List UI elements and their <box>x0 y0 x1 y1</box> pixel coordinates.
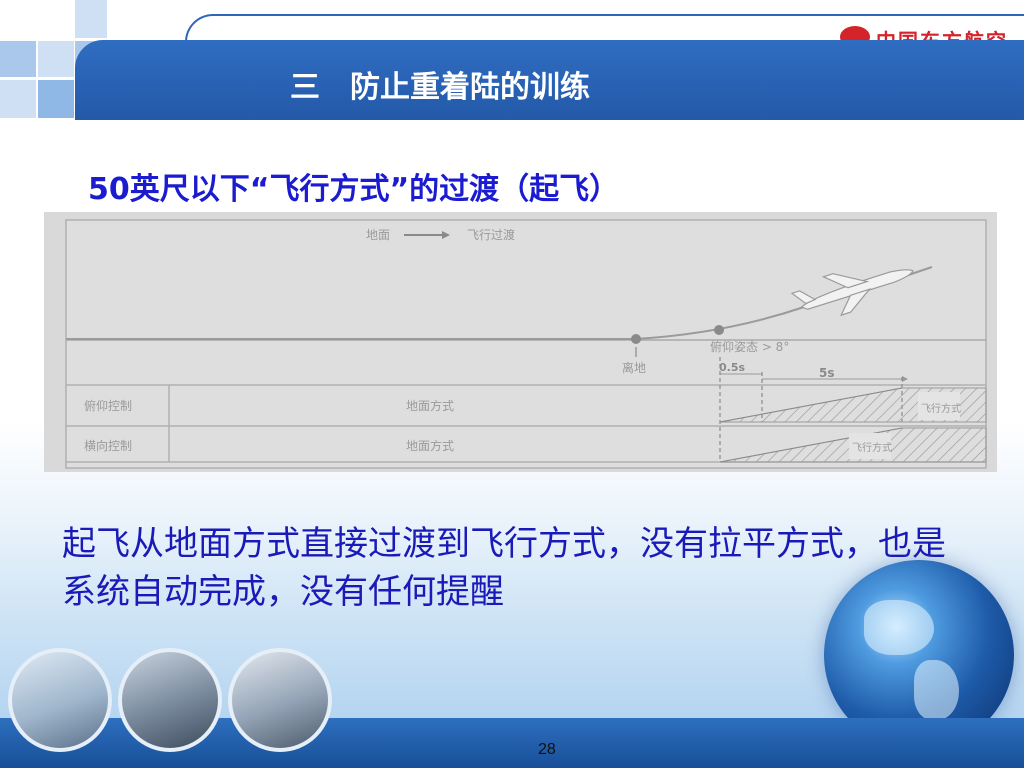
top-label-left: 地面 <box>366 228 390 242</box>
row-mode-pitch: 地面方式 <box>406 398 454 413</box>
globe-land-shape <box>864 600 934 655</box>
row-mode-lateral: 地面方式 <box>406 438 454 453</box>
airplane-photo <box>8 648 112 752</box>
flight-mode-label-lateral: 飞行方式 <box>852 441 892 454</box>
decor-square <box>0 80 36 118</box>
boarding-photo <box>228 648 332 752</box>
top-label-right: 飞行过渡 <box>467 227 515 242</box>
globe-land-shape <box>914 660 959 720</box>
decor-square <box>75 0 107 38</box>
diagram-frame <box>65 219 987 469</box>
flight-mode-label-pitch: 飞行方式 <box>921 402 961 415</box>
page-number: 28 <box>538 741 556 758</box>
pitch-point <box>714 325 724 335</box>
row-label-lateral: 横向控制 <box>84 438 132 453</box>
decor-square <box>38 80 74 118</box>
decor-square <box>0 41 36 77</box>
pitch-label: 俯仰姿态 > 8° <box>710 339 789 354</box>
liftoff-point <box>631 334 641 344</box>
takeoff-mode-diagram: 地面 飞行过渡 离地 俯仰姿态 > 8° 0.5s 5s 俯仰控制 横向控制 地 <box>44 212 997 472</box>
time-long-label: 5s <box>819 366 835 380</box>
row-label-pitch: 俯仰控制 <box>84 398 132 413</box>
decor-square <box>38 41 74 77</box>
body-paragraph: 起飞从地面方式直接过渡到飞行方式，没有拉平方式，也是系统自动完成，没有任何提醒 <box>62 524 946 612</box>
diagram-svg: 地面 飞行过渡 离地 俯仰姿态 > 8° 0.5s 5s 俯仰控制 横向控制 地 <box>65 219 987 469</box>
liftoff-label: 离地 <box>622 360 646 375</box>
slide-title: 三 防止重着陆的训练 <box>290 70 590 105</box>
time-short-label: 0.5s <box>719 361 745 374</box>
slide-subtitle: 50英尺以下“飞行方式”的过渡（起飞） <box>88 172 620 207</box>
cabin-photo <box>118 648 222 752</box>
